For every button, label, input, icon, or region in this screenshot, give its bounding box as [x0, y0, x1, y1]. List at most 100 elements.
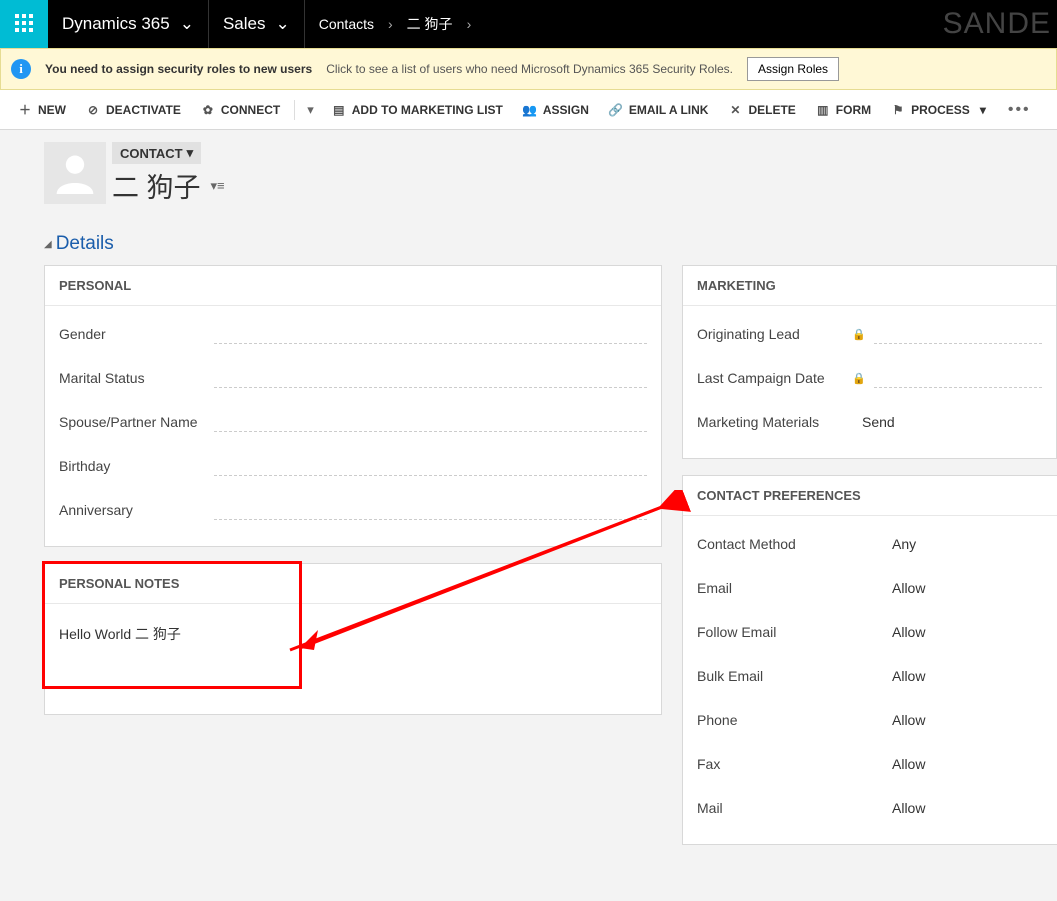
- pref-value[interactable]: Allow: [882, 712, 1043, 728]
- details-section-toggle[interactable]: ◢ Details: [0, 223, 1057, 265]
- record-title: 二 狗子 ▾≡: [112, 166, 225, 205]
- lock-icon: 🔒: [852, 372, 866, 385]
- birthday-value[interactable]: [214, 456, 647, 476]
- marital-label: Marital Status: [59, 370, 214, 386]
- pref-row[interactable]: Follow EmailAllow: [697, 610, 1043, 654]
- breadcrumb-record[interactable]: 二 狗子: [407, 14, 453, 34]
- anniversary-value[interactable]: [214, 500, 647, 520]
- breadcrumb: Contacts › 二 狗子 ›: [305, 0, 485, 48]
- marital-status-field[interactable]: Marital Status: [59, 356, 647, 400]
- gender-value[interactable]: [214, 324, 647, 344]
- app-name-dropdown[interactable]: Dynamics 365 ⌄: [48, 0, 209, 48]
- origlead-label: Originating Lead: [697, 326, 852, 342]
- addlist-label: ADD TO MARKETING LIST: [352, 103, 503, 117]
- plus-icon: ＋: [18, 103, 32, 117]
- pref-row[interactable]: Contact MethodAny: [697, 522, 1043, 566]
- app-launcher[interactable]: [0, 0, 48, 48]
- emaillink-label: EMAIL A LINK: [629, 103, 709, 117]
- contact-preferences-panel: CONTACT PREFERENCES Contact MethodAnyEma…: [682, 475, 1057, 845]
- details-label: Details: [56, 233, 114, 255]
- pref-value[interactable]: Allow: [882, 800, 1043, 816]
- entity-type-selector[interactable]: CONTACT ▾: [112, 142, 201, 164]
- pref-value[interactable]: Any: [882, 536, 1043, 552]
- notes-text[interactable]: Hello World 二 狗子: [45, 604, 661, 664]
- lastcamp-label: Last Campaign Date: [697, 370, 852, 386]
- pref-value[interactable]: Allow: [882, 624, 1043, 640]
- sandbox-watermark: SANDE: [943, 0, 1057, 48]
- record-name: 二 狗子: [112, 166, 201, 205]
- pref-label: Email: [697, 580, 882, 596]
- contact-avatar[interactable]: [44, 142, 106, 204]
- area-dropdown[interactable]: Sales ⌄: [209, 0, 305, 48]
- triangle-down-icon: ◢: [44, 239, 52, 250]
- person-icon: [53, 150, 97, 197]
- app-name-label: Dynamics 365: [62, 14, 170, 34]
- connect-button[interactable]: ✿ CONNECT: [193, 99, 288, 121]
- prefs-panel-header: CONTACT PREFERENCES: [683, 476, 1057, 516]
- anniversary-field[interactable]: Anniversary: [59, 488, 647, 532]
- delete-label: DELETE: [748, 103, 795, 117]
- process-icon: ⚑: [891, 103, 905, 117]
- birthday-label: Birthday: [59, 458, 214, 474]
- breadcrumb-contacts[interactable]: Contacts: [319, 16, 374, 32]
- form-button[interactable]: ▥FORM: [808, 99, 879, 121]
- chevron-down-icon: ⌄: [276, 14, 290, 34]
- gender-label: Gender: [59, 326, 214, 342]
- last-campaign-field: Last Campaign Date 🔒: [697, 356, 1042, 400]
- chevron-down-icon: ▾: [980, 103, 986, 117]
- pref-label: Bulk Email: [697, 668, 882, 684]
- lastcamp-value: [874, 368, 1042, 388]
- pref-row[interactable]: MailAllow: [697, 786, 1043, 830]
- chevron-right-icon: ›: [467, 16, 472, 32]
- assign-button[interactable]: 👥ASSIGN: [515, 99, 597, 121]
- anniversary-label: Anniversary: [59, 502, 214, 518]
- process-button[interactable]: ⚑ PROCESS ▾: [883, 99, 994, 121]
- gender-field[interactable]: Gender: [59, 312, 647, 356]
- spouse-label: Spouse/Partner Name: [59, 414, 214, 430]
- list-icon[interactable]: ▾≡: [211, 178, 225, 194]
- materials-value[interactable]: Send: [852, 414, 1042, 430]
- personal-panel-header: PERSONAL: [45, 266, 661, 306]
- chevron-down-icon: ⌄: [180, 14, 194, 34]
- notice-subtitle[interactable]: Click to see a list of users who need Mi…: [326, 62, 733, 76]
- pref-row[interactable]: FaxAllow: [697, 742, 1043, 786]
- email-link-button[interactable]: 🔗EMAIL A LINK: [601, 99, 717, 121]
- separator: [294, 100, 295, 120]
- new-button[interactable]: ＋ NEW: [10, 99, 74, 121]
- pref-value[interactable]: Allow: [882, 668, 1043, 684]
- connect-dropdown[interactable]: ▾: [301, 102, 320, 118]
- process-label: PROCESS: [911, 103, 970, 117]
- pref-label: Mail: [697, 800, 882, 816]
- marketing-materials-field[interactable]: Marketing Materials Send: [697, 400, 1042, 444]
- assign-roles-button[interactable]: Assign Roles: [747, 57, 839, 81]
- deactivate-label: DEACTIVATE: [106, 103, 181, 117]
- notice-title: You need to assign security roles to new…: [45, 62, 312, 76]
- deactivate-button[interactable]: ⊘ DEACTIVATE: [78, 99, 189, 121]
- personal-panel: PERSONAL Gender Marital Status Spouse/Pa…: [44, 265, 662, 547]
- pref-label: Contact Method: [697, 536, 882, 552]
- pref-row[interactable]: Bulk EmailAllow: [697, 654, 1043, 698]
- spouse-field[interactable]: Spouse/Partner Name: [59, 400, 647, 444]
- birthday-field[interactable]: Birthday: [59, 444, 647, 488]
- marital-value[interactable]: [214, 368, 647, 388]
- pref-value[interactable]: Allow: [882, 580, 1043, 596]
- pref-value[interactable]: Allow: [882, 756, 1043, 772]
- delete-button[interactable]: ✕ DELETE: [720, 99, 803, 121]
- pref-label: Follow Email: [697, 624, 882, 640]
- info-icon: i: [11, 59, 31, 79]
- pref-row[interactable]: EmailAllow: [697, 566, 1043, 610]
- deactivate-icon: ⊘: [86, 103, 100, 117]
- delete-icon: ✕: [728, 103, 742, 117]
- pref-row[interactable]: PhoneAllow: [697, 698, 1043, 742]
- add-to-marketing-list-button[interactable]: ▤ADD TO MARKETING LIST: [324, 99, 511, 121]
- materials-label: Marketing Materials: [697, 414, 852, 430]
- new-label: NEW: [38, 103, 66, 117]
- global-nav: Dynamics 365 ⌄ Sales ⌄ Contacts › 二 狗子 ›…: [0, 0, 1057, 48]
- connect-label: CONNECT: [221, 103, 280, 117]
- connect-icon: ✿: [201, 103, 215, 117]
- spouse-value[interactable]: [214, 412, 647, 432]
- record-header: CONTACT ▾ 二 狗子 ▾≡: [0, 130, 1057, 223]
- form-label: FORM: [836, 103, 871, 117]
- overflow-menu[interactable]: •••: [998, 97, 1041, 123]
- lock-icon: 🔒: [852, 328, 866, 341]
